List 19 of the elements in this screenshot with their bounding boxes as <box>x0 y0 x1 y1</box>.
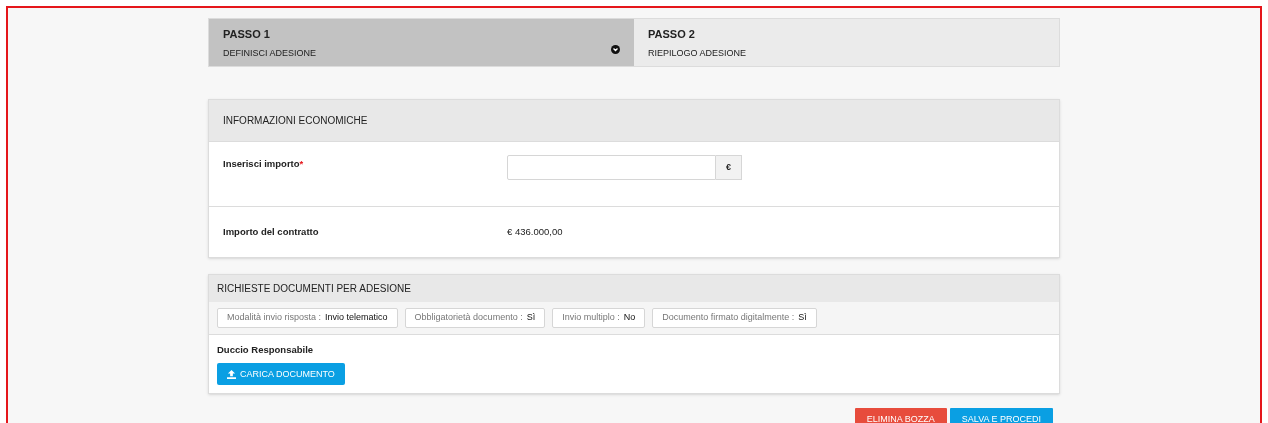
currency-addon: € <box>716 155 742 180</box>
document-name: Duccio Responsabile <box>217 343 315 357</box>
action-button[interactable]: SALVA E PROCEDI <box>949 408 1053 423</box>
contract-amount: € 436.000,00 <box>507 224 563 239</box>
info-tag: Invio multiplo : No <box>552 308 646 328</box>
field-label: Inserisci importo* <box>223 157 305 171</box>
field-label: Importo del contratto <box>223 224 320 239</box>
info-tag: Documento firmato digitalmente : Sì <box>652 308 817 328</box>
action-button[interactable]: ELIMINA BOZZA <box>854 408 947 423</box>
upload-icon <box>227 369 236 379</box>
chevron-down-icon <box>611 45 620 54</box>
upload-button[interactable]: CARICA DOCUMENTO <box>217 363 345 386</box>
panel-title: INFORMAZIONI ECONOMICHE <box>223 114 368 128</box>
panel-title: RICHIESTE DOCUMENTI PER ADESIONE <box>217 282 411 296</box>
info-tag: Modalità invio risposta : Invio telematico <box>217 308 398 328</box>
info-tag: Obbligatorietà documento : Sì <box>404 308 546 328</box>
step-tab[interactable]: PASSO 1 DEFINISCI ADESIONE <box>209 19 634 66</box>
amount-input[interactable] <box>507 155 716 180</box>
step-tab[interactable]: PASSO 2 RIEPILOGO ADESIONE <box>634 19 1059 66</box>
